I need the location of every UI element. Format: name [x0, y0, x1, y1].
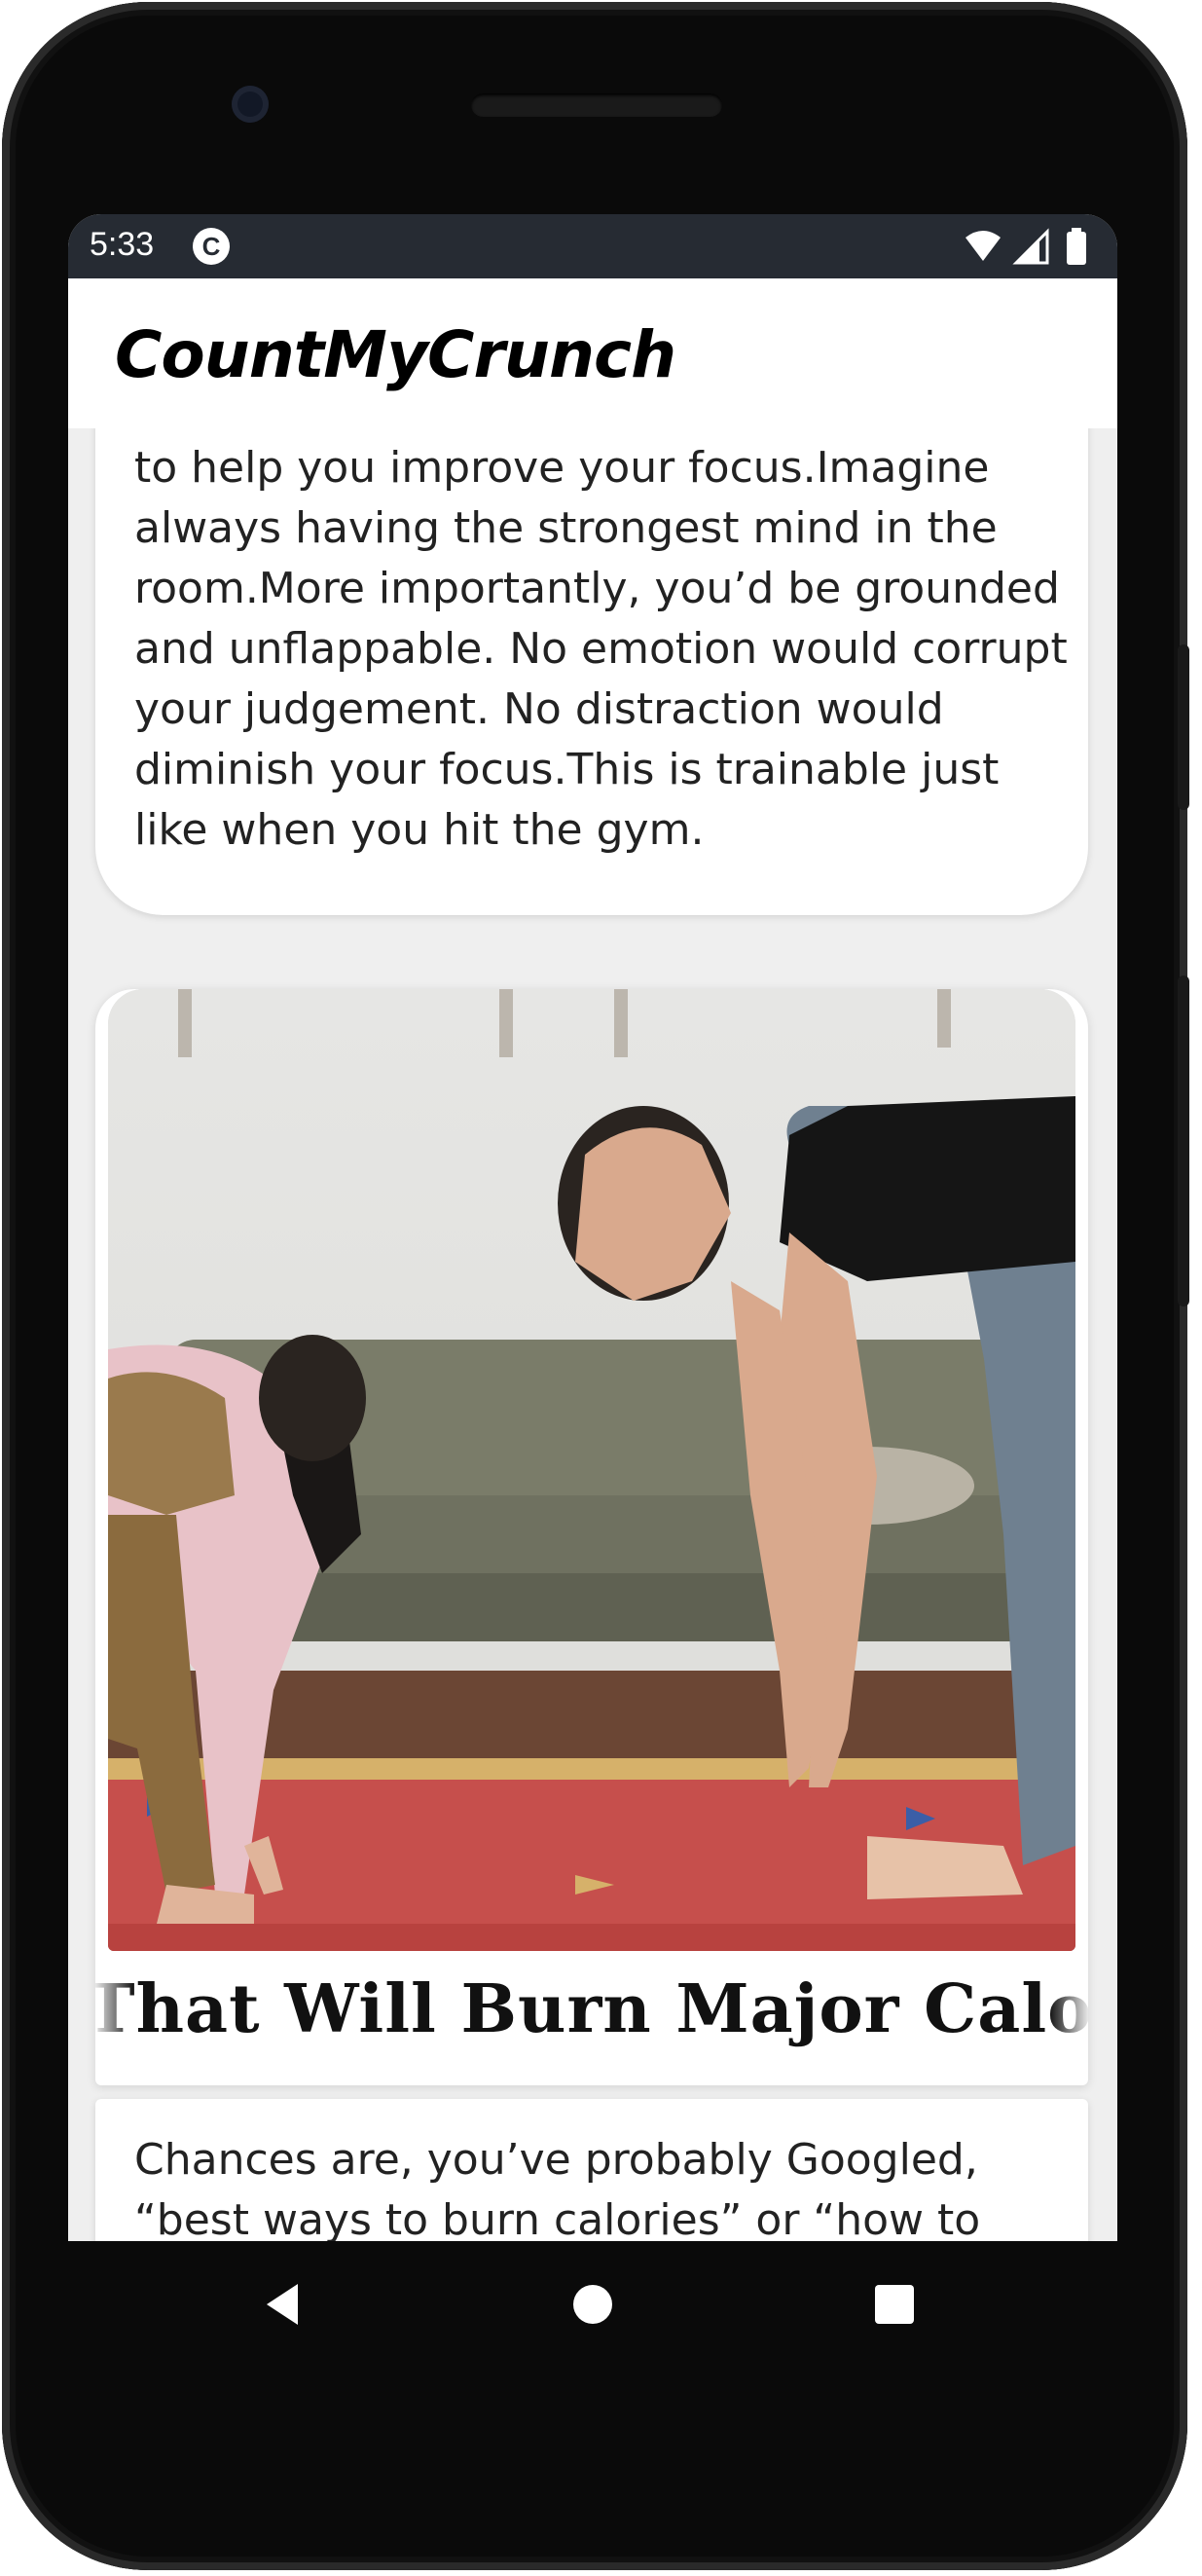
front-camera	[232, 86, 269, 123]
navigation-bar	[68, 2241, 1117, 2368]
article-heading: That Will Burn Major Calories	[95, 1970, 1088, 2048]
status-bar: 5:33 C	[68, 214, 1117, 278]
recents-icon[interactable]	[860, 2270, 929, 2338]
signal-icon	[1012, 228, 1049, 265]
notification-app-icon: C	[193, 228, 230, 265]
article-text-card[interactable]: to help you improve your focus.Imagine a…	[95, 428, 1088, 915]
power-button	[1178, 644, 1189, 810]
article-text-card-2[interactable]: Chances are, you’ve probably Googled, “b…	[95, 2099, 1088, 2241]
status-icons	[962, 228, 1098, 267]
article-feed[interactable]: to help you improve your focus.Imagine a…	[68, 428, 1117, 2241]
battery-icon	[1067, 228, 1086, 265]
back-icon[interactable]	[251, 2270, 319, 2338]
article-body-text-2: Chances are, you’ve probably Googled, “b…	[134, 2135, 981, 2241]
earpiece-speaker	[471, 93, 722, 117]
screen: 5:33 C CountMyCrunch to help you improve…	[68, 214, 1117, 2241]
article-image-card[interactable]: That Will Burn Major Calories	[95, 989, 1088, 2085]
home-icon[interactable]	[559, 2270, 627, 2338]
article-body-text: to help you improve your focus.Imagine a…	[134, 443, 1068, 855]
woman-and-child-stretching-photo	[108, 989, 1075, 1951]
app-bar: CountMyCrunch	[68, 278, 1117, 428]
article-heading-marquee[interactable]: That Will Burn Major Calories	[95, 1970, 1088, 2058]
status-time: 5:33	[90, 226, 155, 263]
app-title: CountMyCrunch	[115, 317, 676, 392]
volume-button	[1178, 975, 1189, 1306]
wifi-icon	[965, 231, 1001, 261]
